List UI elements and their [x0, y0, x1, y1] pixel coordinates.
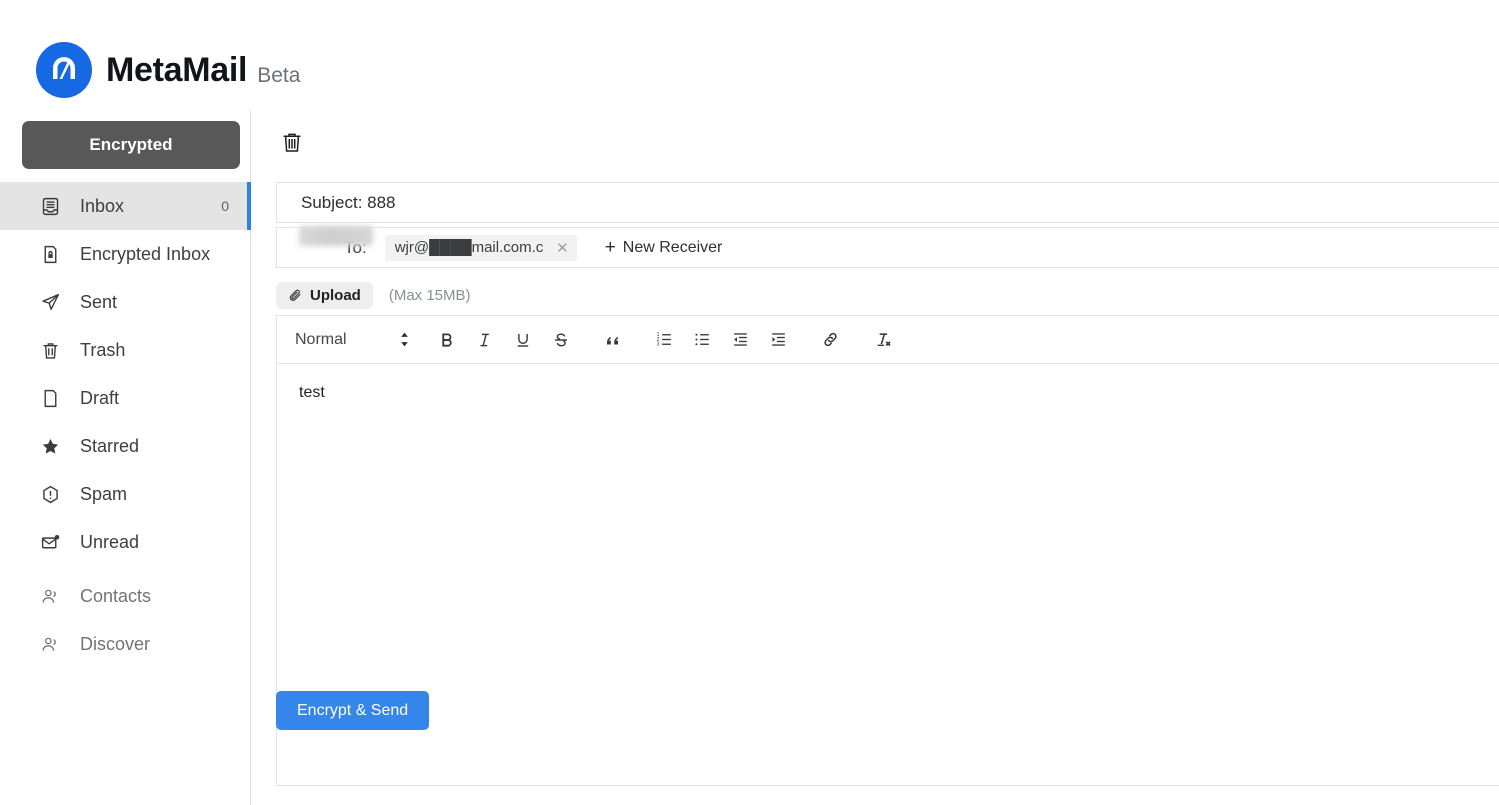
clear-formatting-icon: [873, 330, 893, 350]
brand-header: MetaMail Beta: [36, 42, 300, 98]
sidebar: Encrypted Inbox 0 Encrypted Inbox Sent T…: [0, 110, 251, 805]
compose-actions: [276, 126, 308, 158]
sidebar-item-label: Contacts: [80, 585, 152, 606]
metamail-monogram-icon: [36, 42, 92, 98]
subject-field[interactable]: Subject: 888: [276, 182, 1499, 223]
svg-text:3: 3: [657, 342, 660, 348]
sidebar-item-label: Draft: [80, 387, 120, 408]
message-body-text: test: [299, 384, 325, 401]
bullet-list-icon: [693, 330, 712, 349]
sidebar-item-trash[interactable]: Trash: [0, 326, 251, 374]
sidebar-item-draft[interactable]: Draft: [0, 374, 251, 422]
star-icon: [38, 434, 62, 458]
subject-value: Subject: 888: [301, 192, 396, 212]
outdent-icon: [731, 330, 750, 349]
add-receiver-label: New Receiver: [622, 238, 723, 256]
sidebar-item-spam[interactable]: Spam: [0, 470, 251, 518]
recipient-email: wjr@████mail.com.c...: [394, 239, 545, 256]
page-title: MetaMail: [106, 51, 248, 89]
italic-button[interactable]: [470, 325, 500, 355]
blockquote-icon: [604, 331, 622, 349]
recipient-chip[interactable]: wjr@████mail.com.c... ✕: [299, 226, 577, 261]
redaction-blur: [299, 226, 373, 246]
format-size-select[interactable]: Normal: [295, 331, 410, 349]
inbox-count: 0: [221, 198, 229, 214]
indent-button[interactable]: [764, 325, 794, 355]
sidebar-item-contacts[interactable]: Contacts: [0, 572, 251, 620]
ordered-list-button[interactable]: 1 2 3: [650, 325, 680, 355]
unread-envelope-icon: [38, 530, 62, 554]
italic-icon: [476, 331, 494, 349]
editor-toolbar: Normal 1 2 3: [276, 315, 1499, 364]
strikethrough-icon: [552, 331, 570, 349]
sidebar-item-inbox[interactable]: Inbox 0: [0, 182, 251, 230]
sidebar-item-encrypted-inbox[interactable]: Encrypted Inbox: [0, 230, 251, 278]
strike-button[interactable]: [546, 325, 576, 355]
close-icon[interactable]: ✕: [556, 239, 569, 257]
app-root: MetaMail Beta Encrypted Inbox 0 Encrypte…: [0, 0, 1499, 805]
sidebar-item-label: Starred: [80, 435, 140, 456]
sidebar-item-discover[interactable]: Discover: [0, 620, 251, 668]
beta-badge: Beta: [257, 63, 301, 87]
delete-draft-button[interactable]: [276, 126, 308, 158]
recipients-field: To: wjr@████mail.com.c... ✕ + New Receiv…: [276, 226, 1499, 268]
trash-icon: [280, 130, 304, 154]
trash-icon: [38, 338, 62, 362]
blockquote-button[interactable]: [598, 325, 628, 355]
add-receiver-button[interactable]: + New Receiver: [605, 237, 723, 259]
indent-icon: [769, 330, 788, 349]
outdent-button[interactable]: [726, 325, 756, 355]
sidebar-item-label: Spam: [80, 483, 128, 504]
bold-button[interactable]: [432, 325, 462, 355]
inbox-icon: [38, 194, 62, 218]
upload-button[interactable]: Upload: [276, 282, 373, 309]
encrypted-button[interactable]: Encrypted: [22, 121, 240, 169]
underline-button[interactable]: [508, 325, 538, 355]
plus-icon: +: [604, 236, 616, 258]
ordered-list-icon: 1 2 3: [655, 330, 674, 349]
contacts-icon: [38, 584, 62, 608]
sidebar-item-sent[interactable]: Sent: [0, 278, 251, 326]
sidebar-item-label: Trash: [80, 339, 126, 360]
encrypt-send-button[interactable]: Encrypt & Send: [276, 691, 430, 730]
attachment-row: Upload (Max 15MB): [276, 282, 471, 309]
discover-people-icon: [38, 632, 62, 656]
sidebar-item-starred[interactable]: Starred: [0, 422, 251, 470]
sidebar-nav: Inbox 0 Encrypted Inbox Sent Trash Draft…: [0, 182, 251, 668]
upload-size-hint: (Max 15MB): [388, 287, 471, 304]
spam-alert-icon: [38, 482, 62, 506]
underline-icon: [514, 331, 532, 349]
bullet-list-button[interactable]: [688, 325, 718, 355]
paperclip-icon: [288, 288, 303, 303]
bold-icon: [438, 331, 456, 349]
link-button[interactable]: [816, 325, 846, 355]
upload-label: Upload: [310, 287, 361, 304]
sidebar-item-label: Encrypted Inbox: [80, 243, 211, 264]
sidebar-item-label: Sent: [80, 291, 118, 312]
link-icon: [821, 330, 840, 349]
updown-arrows-icon: [399, 331, 410, 348]
clear-format-button[interactable]: [868, 325, 898, 355]
sidebar-item-label: Discover: [80, 633, 151, 654]
sidebar-item-label: Unread: [80, 531, 140, 552]
format-size-label: Normal: [295, 330, 347, 348]
lock-document-icon: [38, 242, 62, 266]
paper-plane-icon: [38, 290, 62, 314]
draft-document-icon: [38, 386, 62, 410]
message-body-editor[interactable]: test: [276, 364, 1499, 786]
compose-pane: Subject: 888 To: wjr@████mail.com.c... ✕…: [251, 110, 1499, 805]
sidebar-item-label: Inbox: [80, 195, 125, 216]
sidebar-item-unread[interactable]: Unread: [0, 518, 251, 566]
